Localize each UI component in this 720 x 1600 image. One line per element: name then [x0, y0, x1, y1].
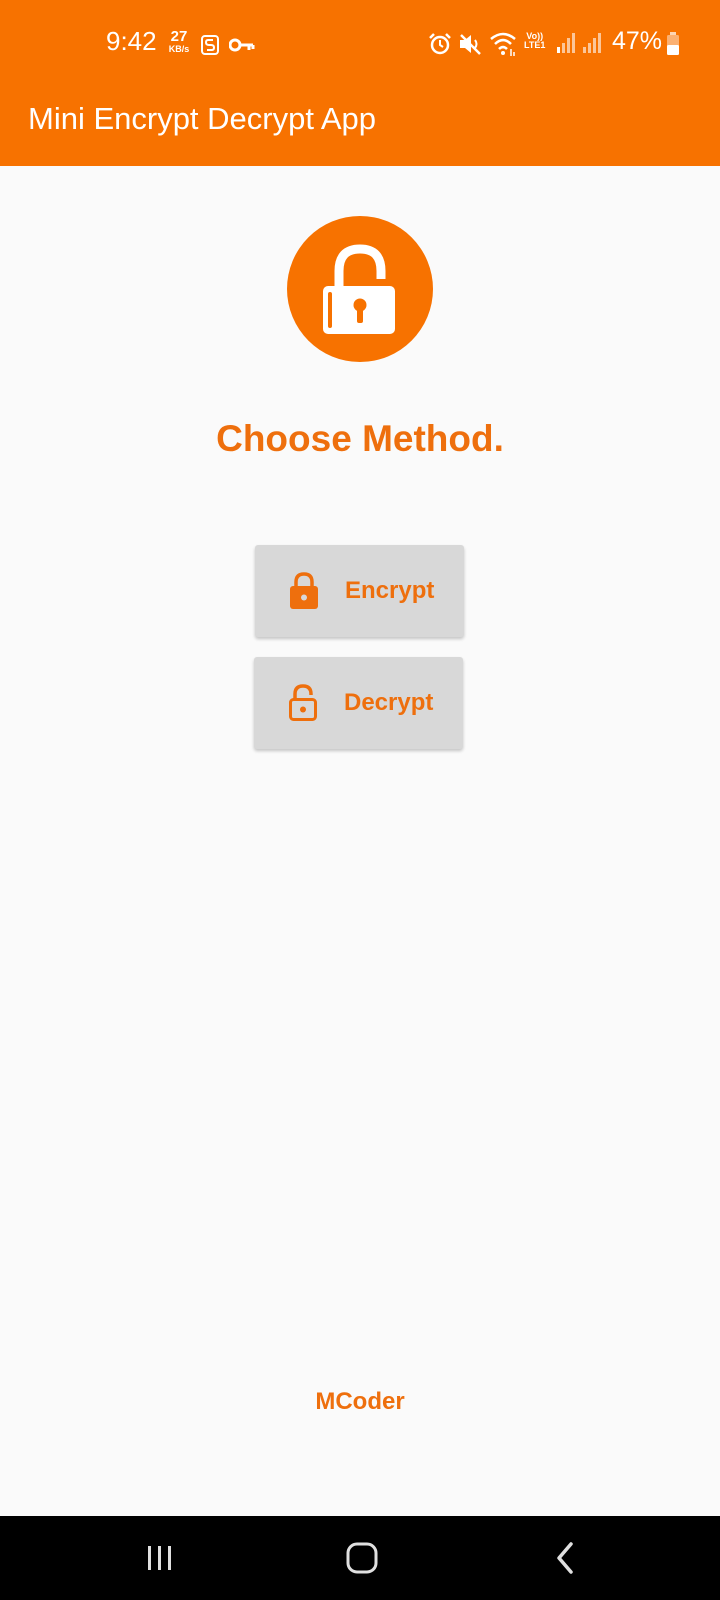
footer-credit: MCoder — [315, 1388, 405, 1415]
home-button[interactable] — [302, 1516, 422, 1600]
volte-bottom-text: LTE1 — [524, 40, 546, 50]
back-icon — [557, 1542, 573, 1574]
mute-icon — [458, 32, 484, 61]
recent-apps-icon — [148, 1546, 171, 1570]
status-bar: 9:42 27 KB/s Vo)) LTE1 47% — [0, 0, 720, 88]
navigation-bar — [0, 1516, 720, 1600]
battery-percent: 47% — [612, 27, 663, 55]
lock-open-icon — [323, 244, 395, 334]
alarm-icon — [428, 32, 452, 61]
net-speed-value: 27 — [170, 28, 188, 45]
status-time: 9:42 — [106, 26, 157, 56]
net-speed-unit: KB/s — [168, 44, 190, 54]
page-heading: Choose Method. — [216, 418, 504, 459]
back-button[interactable] — [505, 1516, 625, 1600]
lock-closed-icon — [289, 571, 319, 616]
battery-icon — [666, 32, 680, 61]
signal-icon — [556, 32, 576, 59]
encrypt-button-label: Encrypt — [345, 577, 435, 604]
volte-indicator: Vo)) LTE1 — [524, 32, 545, 50]
vpn-key-icon — [228, 37, 255, 58]
app-bar: Mini Encrypt Decrypt App — [0, 88, 720, 166]
app-logo — [287, 216, 433, 362]
lock-open-icon — [288, 683, 318, 728]
net-speed-indicator: 27 KB/s — [165, 29, 193, 54]
home-icon — [346, 1542, 378, 1574]
app-title: Mini Encrypt Decrypt App — [28, 101, 377, 136]
wifi-icon — [489, 31, 519, 62]
recent-apps-button[interactable] — [100, 1516, 220, 1600]
decrypt-button[interactable]: Decrypt — [254, 657, 463, 749]
decrypt-button-label: Decrypt — [344, 689, 434, 716]
signal-icon — [582, 32, 602, 59]
s-coin-icon — [200, 34, 220, 61]
encrypt-button[interactable]: Encrypt — [255, 545, 464, 637]
